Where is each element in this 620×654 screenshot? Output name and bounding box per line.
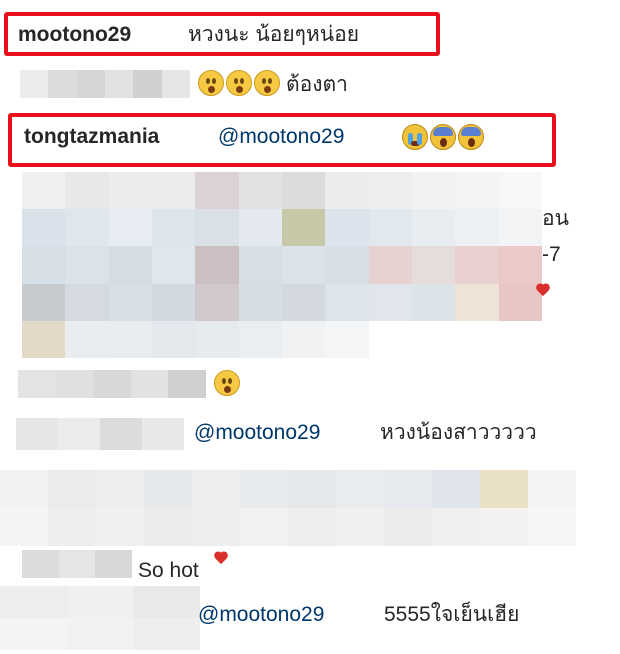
comment-6-mention[interactable]: @mootono29 — [194, 418, 320, 448]
comment-3: tongtazmania @mootono29 — [0, 118, 620, 158]
partial-text-fragment-1: อน — [542, 207, 569, 230]
partial-text-fragment-2: -7 — [542, 243, 561, 266]
blurred-username-2 — [20, 70, 190, 98]
comment-1-text: หวงนะ น้อยๆหน่อย — [188, 23, 360, 46]
comment-3-username[interactable]: tongtazmania — [24, 122, 159, 152]
comment-3-mention[interactable]: @mootono29 — [218, 122, 344, 152]
comment-8-text: So hot — [138, 559, 199, 582]
comment-9-text: 5555ใจเย็นเฮีย — [384, 603, 520, 626]
comment-6-text: หวงน้องสาววววว — [380, 421, 537, 444]
shocked-face-emoji — [254, 70, 280, 96]
screaming-face-emoji — [458, 124, 484, 150]
comment-1: mootono29 หวงนะ น้อยๆหน่อย — [0, 16, 620, 56]
blurred-comment-block — [22, 172, 542, 358]
shocked-face-emoji — [198, 70, 224, 96]
red-heart-emoji — [214, 552, 228, 566]
blurred-username-5 — [18, 370, 206, 398]
shocked-face-emoji — [214, 370, 240, 396]
red-heart-emoji — [536, 284, 550, 298]
blurred-comment-7 — [0, 470, 576, 546]
blurred-username-8 — [22, 550, 132, 578]
blurred-username-6 — [16, 418, 184, 450]
comment-1-username[interactable]: mootono29 — [18, 20, 131, 50]
comment-2: ต้องตา — [0, 64, 620, 104]
shocked-face-emoji — [226, 70, 252, 96]
comment-9-mention[interactable]: @mootono29 — [198, 600, 324, 630]
crying-face-emoji — [402, 124, 428, 150]
blurred-username-9 — [0, 586, 200, 650]
screaming-face-emoji — [430, 124, 456, 150]
comment-2-text: ต้องตา — [286, 73, 348, 96]
